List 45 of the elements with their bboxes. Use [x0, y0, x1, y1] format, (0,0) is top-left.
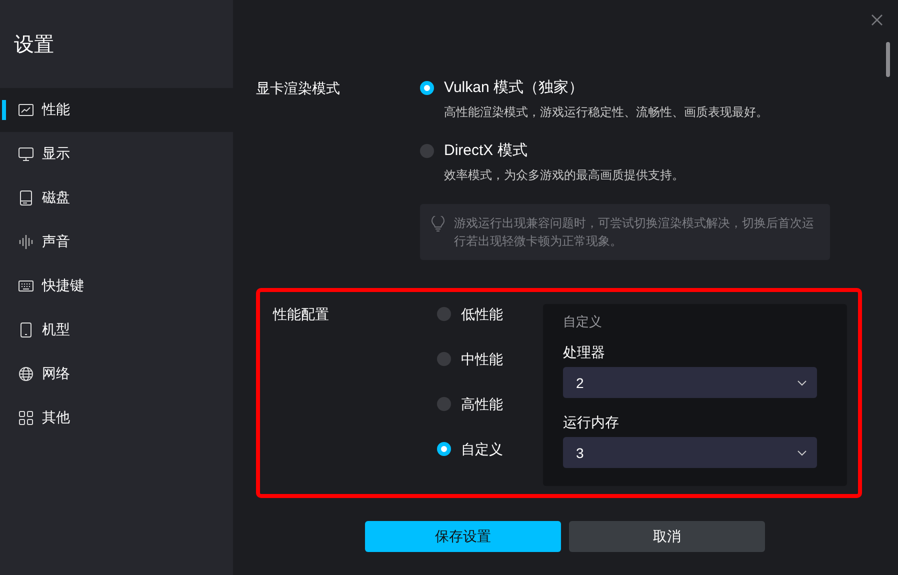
option-description: 效率模式，为众多游戏的最高画质提供支持。: [444, 167, 685, 184]
phone-icon: [18, 322, 34, 338]
option-label[interactable]: Vulkan 模式（独家）: [444, 78, 584, 98]
lightbulb-icon: [431, 216, 445, 232]
chevron-down-icon: [797, 380, 807, 386]
section-label: 性能配置: [273, 305, 330, 324]
radio-button[interactable]: [420, 144, 434, 158]
panel-title: 自定义: [563, 313, 603, 331]
sidebar-item[interactable]: 网络: [0, 352, 233, 396]
close-icon[interactable]: [871, 14, 883, 26]
option-label[interactable]: 自定义: [461, 439, 503, 459]
option-description: 高性能渲染模式，游戏运行稳定性、流畅性、画质表现最好。: [444, 104, 769, 121]
sidebar-item[interactable]: 磁盘: [0, 176, 233, 220]
keyboard-icon: [18, 278, 34, 294]
sidebar-item[interactable]: 其他: [0, 396, 233, 440]
option-label[interactable]: 中性能: [461, 349, 503, 369]
dropdown[interactable]: 3: [563, 437, 817, 468]
dropdown[interactable]: 2: [563, 367, 817, 398]
sidebar-item[interactable]: 性能: [0, 88, 233, 132]
cancel-button[interactable]: 取消: [569, 521, 765, 552]
radio-button[interactable]: [437, 307, 451, 321]
option-label[interactable]: DirectX 模式: [444, 141, 528, 161]
sidebar-item[interactable]: 显示: [0, 132, 233, 176]
radio-button[interactable]: [437, 352, 451, 366]
chevron-down-icon: [797, 450, 807, 456]
option-label[interactable]: 低性能: [461, 304, 503, 324]
grid-icon: [18, 410, 34, 426]
sidebar-title: 设置: [14, 32, 54, 58]
sidebar-item[interactable]: 快捷键: [0, 264, 233, 308]
field-label: 运行内存: [563, 413, 620, 432]
sound-wave-icon: [18, 234, 34, 250]
section-label: 显卡渲染模式: [256, 79, 341, 98]
radio-button[interactable]: [437, 442, 451, 456]
scrollbar[interactable]: [886, 42, 890, 77]
monitor-icon: [18, 146, 34, 162]
globe-icon: [18, 366, 34, 382]
chart-icon: [18, 102, 34, 118]
sidebar-item[interactable]: 机型: [0, 308, 233, 352]
save-button[interactable]: 保存设置: [365, 521, 561, 552]
field-label: 处理器: [563, 343, 606, 362]
radio-button[interactable]: [420, 81, 434, 95]
option-label[interactable]: 高性能: [461, 394, 503, 414]
tip-text: 游戏运行出现兼容问题时，可尝试切换渲染模式解决，切换后首次运行若出现轻微卡顿为正常现象。: [454, 215, 815, 250]
radio-button[interactable]: [437, 397, 451, 411]
sidebar-item[interactable]: 声音: [0, 220, 233, 264]
